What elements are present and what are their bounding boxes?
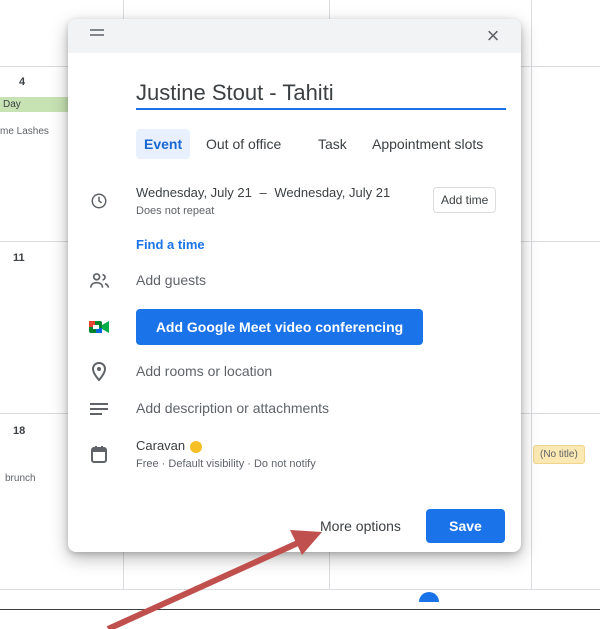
google-meet-icon [89, 321, 109, 333]
location-pin-icon [91, 362, 107, 382]
people-icon [90, 273, 110, 288]
day-number[interactable]: 18 [13, 425, 25, 437]
calendar-name[interactable]: Caravan [136, 438, 185, 453]
untitled-event-chip[interactable]: (No title) [533, 445, 585, 464]
event-chip[interactable]: me Lashes [0, 126, 49, 137]
find-a-time-link[interactable]: Find a time [136, 237, 205, 252]
more-options-button[interactable]: More options [312, 509, 409, 543]
end-date[interactable]: Wednesday, July 21 [274, 185, 390, 200]
grid-column-line [531, 0, 532, 590]
clock-icon [91, 193, 107, 209]
close-icon[interactable]: × [480, 23, 506, 49]
add-time-button[interactable]: Add time [433, 187, 497, 213]
tab-out-of-office[interactable]: Out of office [198, 129, 289, 159]
add-location-field[interactable]: Add rooms or location [136, 363, 272, 379]
calendar-selector[interactable]: Caravan [136, 438, 203, 453]
tab-event[interactable]: Event [136, 129, 191, 159]
grid-row-line [0, 589, 600, 590]
tab-appointment-slots[interactable]: Appointment slots [364, 129, 491, 159]
repeat-text[interactable]: Does not repeat [136, 205, 214, 217]
drag-handle-icon[interactable] [90, 29, 104, 39]
calendar-icon [91, 446, 107, 463]
add-google-meet-button[interactable]: Add Google Meet video conferencing [136, 309, 423, 345]
add-guests-field[interactable]: Add guests [136, 272, 206, 288]
event-title-input[interactable] [136, 78, 506, 110]
event-chip[interactable]: brunch [5, 473, 36, 484]
save-button[interactable]: Save [426, 509, 505, 543]
quick-event-dialog: × Event Out of office Task Appointment s… [68, 19, 521, 552]
calendar-details[interactable]: Free · Default visibility · Do not notif… [136, 458, 316, 470]
add-description-field[interactable]: Add description or attachments [136, 400, 329, 416]
calendar-color-dot[interactable] [190, 440, 203, 453]
date-range[interactable]: Wednesday, July 21 – Wednesday, July 21 [136, 185, 390, 200]
day-number[interactable]: 11 [13, 252, 25, 264]
description-lines-icon [90, 403, 108, 415]
allday-event-chip[interactable]: Day [0, 97, 68, 112]
tab-task[interactable]: Task [310, 129, 355, 159]
date-separator: – [259, 185, 267, 200]
day-number[interactable]: 4 [19, 76, 25, 88]
start-date[interactable]: Wednesday, July 21 [136, 185, 252, 200]
dialog-header[interactable]: × [68, 19, 521, 53]
create-fab-peek[interactable] [419, 592, 439, 602]
bottom-divider [0, 609, 600, 610]
